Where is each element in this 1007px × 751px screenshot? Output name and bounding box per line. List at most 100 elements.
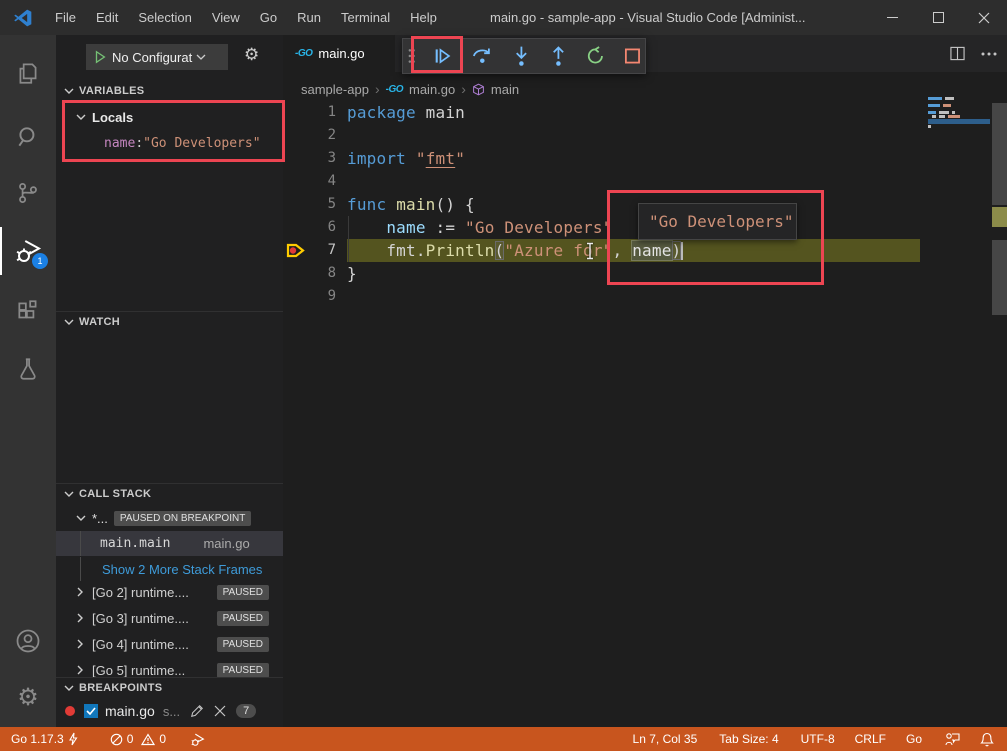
settings-gear-icon[interactable]: ⚙ <box>0 673 56 721</box>
code-line-9: 9 <box>283 285 1007 308</box>
code-line-3: 3import "fmt" <box>283 147 1007 170</box>
breadcrumb-project[interactable]: sample-app <box>301 82 369 97</box>
show-more-frames-link[interactable]: Show 2 More Stack Frames <box>56 557 283 581</box>
breadcrumb-file[interactable]: main.go <box>409 82 455 97</box>
breadcrumb-symbol[interactable]: main <box>491 82 519 97</box>
warning-count: 0 <box>159 732 166 746</box>
menu-file[interactable]: File <box>45 0 86 35</box>
chevron-down-icon <box>64 684 74 692</box>
variable-row[interactable]: name: "Go Developers" <box>56 131 283 155</box>
code-line-8: 8} <box>283 262 1007 285</box>
run-debug-icon[interactable]: 1 <box>0 227 56 275</box>
paused-badge: PAUSED <box>217 611 269 626</box>
toolbar-drag-handle[interactable] <box>407 47 416 65</box>
debug-config-label: No Configurat <box>112 50 192 65</box>
menu-go[interactable]: Go <box>250 0 287 35</box>
restart-button[interactable] <box>585 45 606 67</box>
chevron-down-icon <box>64 490 74 498</box>
variable-separator: : <box>135 136 143 151</box>
debug-sidebar: No Configurat ⚙ VARIABLES Locals name: "… <box>56 35 283 727</box>
menu-help[interactable]: Help <box>400 0 447 35</box>
goroutine-row[interactable]: [Go 3] runtime.... PAUSED <box>56 606 283 630</box>
menu-view[interactable]: View <box>202 0 250 35</box>
eol-status[interactable]: CRLF <box>848 732 893 746</box>
continue-button[interactable] <box>432 45 453 67</box>
editor-pane: -GO main.go sample-app › -GO main.go › m… <box>283 35 1007 727</box>
paused-badge: PAUSED <box>217 585 269 600</box>
encoding-status[interactable]: UTF-8 <box>794 732 842 746</box>
goroutine-row[interactable]: [Go 4] runtime.... PAUSED <box>56 632 283 656</box>
breadcrumb-separator: › <box>461 81 466 97</box>
error-count: 0 <box>127 732 134 746</box>
code-line-4: 4 <box>283 170 1007 193</box>
scrollbar-slider[interactable] <box>992 103 1007 205</box>
frame-function: main.main <box>100 536 170 551</box>
mouse-text-cursor <box>585 242 595 260</box>
code-line-7: 7 fmt.Println("Azure for", name) <box>283 239 1007 262</box>
breakpoint-detail: s... <box>163 704 180 719</box>
minimize-button[interactable] <box>869 0 915 35</box>
breakpoint-count-badge: 7 <box>236 704 256 718</box>
extensions-icon[interactable] <box>0 287 56 335</box>
language-mode-status[interactable]: Go <box>899 732 929 746</box>
overview-ruler-debug-marker <box>992 207 1007 227</box>
notifications-bell-icon[interactable] <box>973 732 1001 747</box>
errors-icon <box>110 733 123 746</box>
tab-main-go[interactable]: -GO main.go <box>283 35 395 72</box>
breakpoint-row[interactable]: main.go s... 7 <box>56 699 283 723</box>
menu-run[interactable]: Run <box>287 0 331 35</box>
step-out-button[interactable] <box>549 44 568 68</box>
current-statement-breakpoint-icon[interactable] <box>286 242 305 259</box>
tree-indent-guide <box>80 557 81 581</box>
chevron-down-icon <box>76 514 86 522</box>
menu-edit[interactable]: Edit <box>86 0 128 35</box>
debug-count-badge: 1 <box>32 253 48 269</box>
breakpoint-checkbox[interactable] <box>84 704 98 718</box>
stack-frame-row[interactable]: main.main main.go <box>56 531 283 556</box>
debug-settings-gear-icon[interactable]: ⚙ <box>244 45 259 65</box>
chevron-down-icon <box>64 318 74 326</box>
code-line-2: 2 <box>283 124 1007 147</box>
edit-breakpoint-icon[interactable] <box>190 704 204 718</box>
goroutine-row[interactable]: [Go 2] runtime.... PAUSED <box>56 580 283 604</box>
split-editor-icon[interactable] <box>950 46 965 61</box>
search-icon[interactable] <box>0 113 56 161</box>
chevron-right-icon <box>76 613 84 623</box>
locals-scope-row[interactable]: Locals <box>56 105 283 129</box>
debug-status-icon[interactable] <box>183 732 213 747</box>
watch-section-header[interactable]: WATCH <box>56 311 283 331</box>
testing-icon[interactable] <box>0 345 56 393</box>
go-version-status[interactable]: Go 1.17.3 <box>4 732 85 746</box>
call-stack-section-header[interactable]: CALL STACK <box>56 483 283 503</box>
activity-bar: 1 ⚙ <box>0 35 56 727</box>
close-button[interactable] <box>961 0 1007 35</box>
stop-button[interactable] <box>624 47 641 65</box>
debug-config-dropdown[interactable]: No Configurat <box>86 44 228 70</box>
problems-status[interactable]: 0 0 <box>103 732 173 746</box>
source-control-icon[interactable] <box>0 169 56 217</box>
chevron-down-icon <box>76 113 86 121</box>
breakpoints-section-header[interactable]: BREAKPOINTS <box>56 677 283 697</box>
menu-terminal[interactable]: Terminal <box>331 0 400 35</box>
scrollbar-slider[interactable] <box>992 240 1007 315</box>
maximize-button[interactable] <box>915 0 961 35</box>
variables-section-header[interactable]: VARIABLES <box>56 81 283 101</box>
step-over-button[interactable] <box>471 44 494 68</box>
minimap-current-line <box>928 119 990 124</box>
thread-label: *... <box>92 511 108 526</box>
window-title: main.go - sample-app - Visual Studio Cod… <box>490 0 806 35</box>
account-icon[interactable] <box>0 617 56 665</box>
thread-row[interactable]: *... PAUSED ON BREAKPOINT <box>56 506 283 530</box>
menu-selection[interactable]: Selection <box>128 0 201 35</box>
explorer-icon[interactable] <box>0 49 56 97</box>
start-debug-icon[interactable] <box>93 50 107 64</box>
cursor-position-status[interactable]: Ln 7, Col 35 <box>626 732 705 746</box>
feedback-icon[interactable] <box>937 732 967 746</box>
remove-breakpoint-icon[interactable] <box>214 705 226 717</box>
tab-size-status[interactable]: Tab Size: 4 <box>712 732 785 746</box>
minimap[interactable] <box>928 95 990 167</box>
editor-scrollbar[interactable] <box>992 35 1007 727</box>
step-into-button[interactable] <box>512 44 531 68</box>
code-line-1: 1package main <box>283 101 1007 124</box>
chevron-right-icon <box>76 665 84 675</box>
